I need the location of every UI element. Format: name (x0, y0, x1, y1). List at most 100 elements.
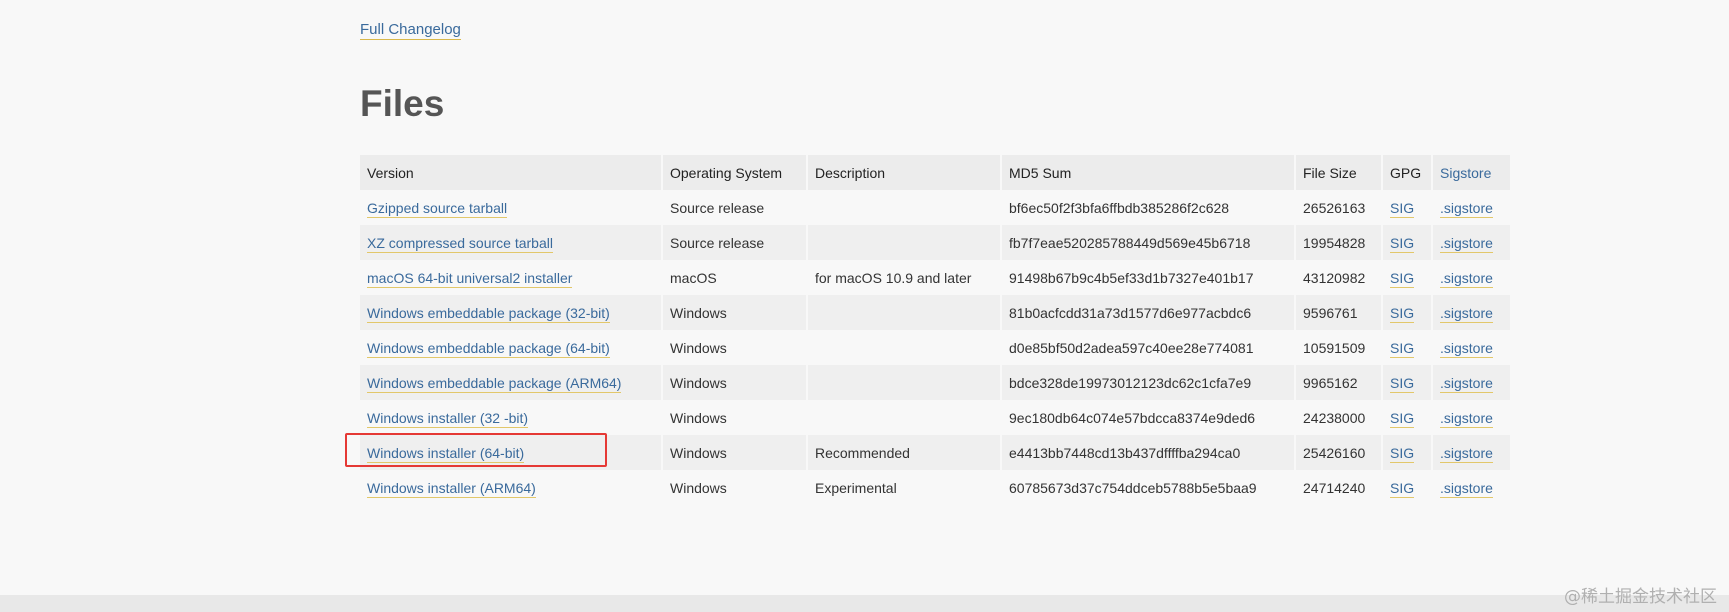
os-cell: Windows (670, 444, 727, 461)
gpg-sig-link[interactable]: SIG (1390, 269, 1415, 288)
version-cell[interactable]: Gzipped source tarball (360, 190, 663, 225)
files-heading: Files (360, 83, 445, 124)
version-cell[interactable]: Windows embeddable package (ARM64) (360, 365, 663, 400)
file-size-cell: 10591509 (1303, 339, 1366, 356)
file-size-cell: 24714240 (1303, 479, 1366, 496)
header-gpg: GPG (1382, 155, 1433, 190)
version-link[interactable]: macOS 64-bit universal2 installer (367, 269, 573, 288)
sigstore-link[interactable]: .sigstore (1440, 339, 1493, 358)
gpg-sig-link[interactable]: SIG (1390, 339, 1415, 358)
file-size-cell: 43120982 (1295, 260, 1383, 295)
sigstore-link[interactable]: .sigstore (1440, 199, 1493, 218)
os-cell: Windows (662, 435, 808, 470)
os-cell: Windows (662, 400, 808, 435)
file-size-cell: 24714240 (1295, 470, 1383, 505)
header-md5: MD5 Sum (1001, 155, 1296, 190)
md5-cell: bdce328de19973012123dc62c1cfa7e9 (1009, 374, 1252, 391)
sigstore-link[interactable]: .sigstore (1440, 304, 1493, 323)
table-row: macOS 64-bit universal2 installer macOS fo… (360, 260, 1510, 295)
gpg-sig-link[interactable]: SIG (1390, 374, 1415, 393)
md5-cell: e4413bb7448cd13b437dffffba294ca0 (1001, 435, 1296, 470)
version-cell[interactable]: Windows embeddable package (32-bit) (360, 295, 663, 330)
os-cell: Windows (670, 409, 727, 426)
release-page: Full Changelog Files Version Operating S… (0, 0, 1729, 612)
sigstore-link[interactable]: .sigstore (1440, 234, 1493, 253)
version-link[interactable]: Windows embeddable package (ARM64) (367, 374, 622, 393)
gpg-sig-cell[interactable]: SIG (1382, 225, 1433, 260)
table-row: XZ compressed source tarball Source relea… (360, 225, 1510, 260)
header-description: Description (807, 155, 1002, 190)
table-row: Windows embeddable package (32-bit) Windo… (360, 295, 1510, 330)
sigstore-cell[interactable]: .sigstore (1432, 225, 1510, 260)
description-cell: for macOS 10.9 and later (807, 260, 1002, 295)
gpg-sig-link[interactable]: SIG (1390, 199, 1415, 218)
md5-cell: 91498b67b9c4b5ef33d1b7327e401b17 (1009, 269, 1254, 286)
gpg-sig-link[interactable]: SIG (1390, 479, 1415, 498)
file-size-cell: 43120982 (1303, 269, 1366, 286)
description-cell (807, 365, 1002, 400)
md5-cell: e4413bb7448cd13b437dffffba294ca0 (1009, 444, 1241, 461)
sigstore-cell[interactable]: .sigstore (1432, 400, 1510, 435)
os-cell: Windows (670, 339, 727, 356)
os-cell: macOS (670, 269, 717, 286)
version-cell[interactable]: XZ compressed source tarball (360, 225, 663, 260)
version-link[interactable]: Windows installer (ARM64) (367, 479, 536, 498)
version-cell[interactable]: macOS 64-bit universal2 installer (360, 260, 663, 295)
sigstore-cell[interactable]: .sigstore (1432, 190, 1510, 225)
table-row: Windows installer (ARM64) Windows Experime… (360, 470, 1510, 505)
version-link[interactable]: Windows embeddable package (64-bit) (367, 339, 610, 358)
os-cell: Source release (670, 199, 765, 216)
header-file-size: File Size (1295, 155, 1383, 190)
version-cell[interactable]: Windows installer (ARM64) (360, 470, 663, 505)
sigstore-header-link[interactable]: Sigstore (1440, 165, 1491, 181)
gpg-sig-cell[interactable]: SIG (1382, 330, 1433, 365)
gpg-sig-cell[interactable]: SIG (1382, 260, 1433, 295)
watermark: @稀土掘金技术社区 (1564, 587, 1717, 607)
sigstore-link[interactable]: .sigstore (1440, 409, 1493, 428)
version-link[interactable]: Windows embeddable package (32-bit) (367, 304, 610, 323)
header-sigstore[interactable]: Sigstore (1432, 155, 1510, 190)
version-cell[interactable]: Windows installer (32 -bit) (360, 400, 663, 435)
md5-cell: d0e85bf50d2adea597c40ee28e774081 (1009, 339, 1254, 356)
sigstore-link[interactable]: .sigstore (1440, 479, 1493, 498)
version-link[interactable]: Gzipped source tarball (367, 199, 508, 218)
file-size-cell: 26526163 (1295, 190, 1383, 225)
gpg-sig-link[interactable]: SIG (1390, 409, 1415, 428)
version-link[interactable]: XZ compressed source tarball (367, 234, 553, 253)
gpg-sig-cell[interactable]: SIG (1382, 295, 1433, 330)
gpg-sig-cell[interactable]: SIG (1382, 435, 1433, 470)
description-cell: Recommended (807, 435, 1002, 470)
description-cell: Experimental (807, 470, 1002, 505)
sigstore-cell[interactable]: .sigstore (1432, 365, 1510, 400)
os-cell: Windows (662, 330, 808, 365)
gpg-sig-cell[interactable]: SIG (1382, 400, 1433, 435)
os-cell: macOS (662, 260, 808, 295)
gpg-sig-cell[interactable]: SIG (1382, 190, 1433, 225)
version-link[interactable]: Windows installer (32 -bit) (367, 409, 529, 428)
sigstore-cell[interactable]: .sigstore (1432, 330, 1510, 365)
table-row: Windows embeddable package (64-bit) Windo… (360, 330, 1510, 365)
sigstore-cell[interactable]: .sigstore (1432, 435, 1510, 470)
sigstore-link[interactable]: .sigstore (1440, 374, 1493, 393)
gpg-sig-link[interactable]: SIG (1390, 444, 1415, 463)
description-cell (807, 225, 1002, 260)
version-cell[interactable]: Windows embeddable package (64-bit) (360, 330, 663, 365)
gpg-sig-link[interactable]: SIG (1390, 304, 1415, 323)
md5-cell: d0e85bf50d2adea597c40ee28e774081 (1001, 330, 1296, 365)
file-size-cell: 24238000 (1303, 409, 1366, 426)
sigstore-cell[interactable]: .sigstore (1432, 260, 1510, 295)
header-version: Version (360, 155, 663, 190)
file-size-cell: 9965162 (1295, 365, 1383, 400)
gpg-sig-cell[interactable]: SIG (1382, 470, 1433, 505)
sigstore-link[interactable]: .sigstore (1440, 444, 1493, 463)
sigstore-cell[interactable]: .sigstore (1432, 470, 1510, 505)
gpg-sig-cell[interactable]: SIG (1382, 365, 1433, 400)
md5-cell: 60785673d37c754ddceb5788b5e5baa9 (1001, 470, 1296, 505)
os-cell: Source release (670, 234, 765, 251)
full-changelog-link[interactable]: Full Changelog (360, 21, 461, 40)
sigstore-link[interactable]: .sigstore (1440, 269, 1493, 288)
md5-cell: 60785673d37c754ddceb5788b5e5baa9 (1009, 479, 1257, 496)
gpg-sig-link[interactable]: SIG (1390, 234, 1415, 253)
file-size-cell: 26526163 (1303, 199, 1366, 216)
sigstore-cell[interactable]: .sigstore (1432, 295, 1510, 330)
